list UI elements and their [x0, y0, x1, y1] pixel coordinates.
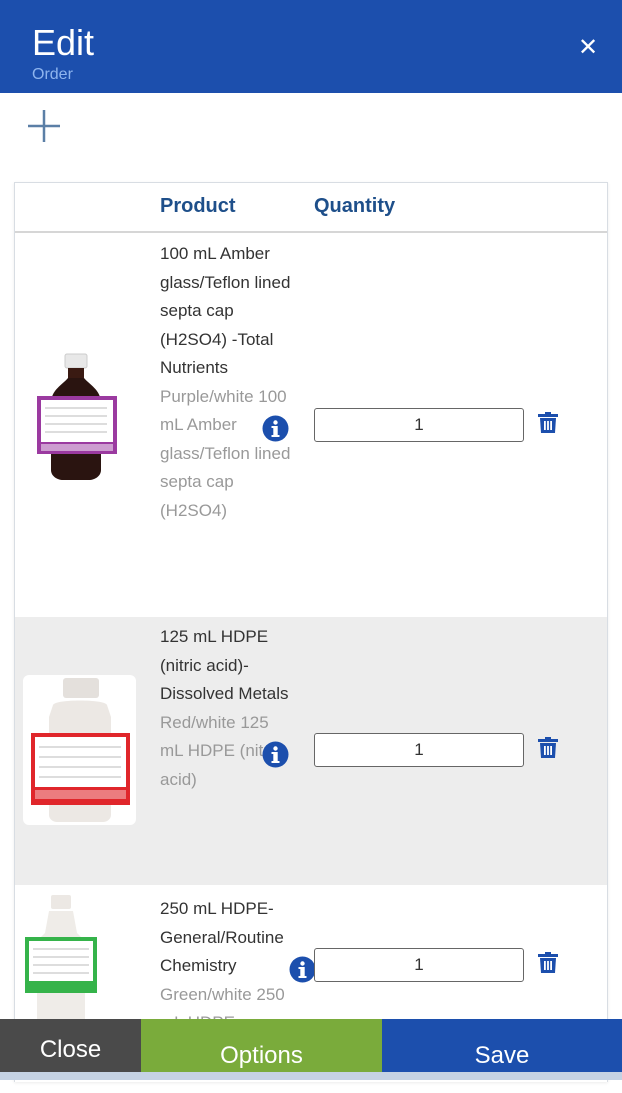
- quantity-input[interactable]: 1: [314, 408, 524, 442]
- info-icon[interactable]: [262, 741, 289, 768]
- page-subtitle: Order: [32, 66, 73, 83]
- bottom-strip: [0, 1072, 622, 1080]
- plus-icon[interactable]: [26, 108, 62, 144]
- product-name: 125 mL HDPE (nitric acid)- Dissolved Met…: [160, 627, 289, 703]
- close-icon[interactable]: ✕: [576, 36, 600, 60]
- column-header-product: Product: [160, 195, 236, 217]
- table-header: Product Quantity: [15, 183, 607, 233]
- table-row: 125 mL HDPE (nitric acid)- Dissolved Met…: [15, 617, 607, 885]
- options-button[interactable]: Options: [141, 1019, 382, 1080]
- quantity-input[interactable]: 1: [314, 733, 524, 767]
- product-name: 100 mL Amber glass/Teflon lined septa ca…: [160, 244, 291, 377]
- app-header: Edit Order ✕: [0, 0, 622, 93]
- trash-icon[interactable]: [538, 412, 558, 434]
- column-header-quantity: Quantity: [314, 195, 396, 217]
- page-title: Edit: [32, 22, 95, 63]
- product-image: [21, 893, 101, 1033]
- info-icon[interactable]: [289, 956, 316, 983]
- quantity-input[interactable]: 1: [314, 948, 524, 982]
- table-row: 100 mL Amber glass/Teflon lined septa ca…: [15, 234, 607, 617]
- trash-icon[interactable]: [538, 952, 558, 974]
- product-image: [31, 352, 121, 482]
- order-table: Product Quantity 100 mL Amber glass/Tefl…: [14, 182, 608, 1082]
- trash-icon[interactable]: [538, 737, 558, 759]
- info-icon[interactable]: [262, 415, 289, 442]
- product-name: 250 mL HDPE- General/Routine Chemistry: [160, 899, 284, 975]
- product-image: [23, 675, 136, 825]
- close-button[interactable]: Close: [0, 1019, 141, 1080]
- footer-bar: Close Options Save: [0, 1019, 622, 1080]
- save-button[interactable]: Save: [382, 1019, 622, 1080]
- product-description: Purple/white 100 mL Amber glass/Teflon l…: [160, 386, 291, 520]
